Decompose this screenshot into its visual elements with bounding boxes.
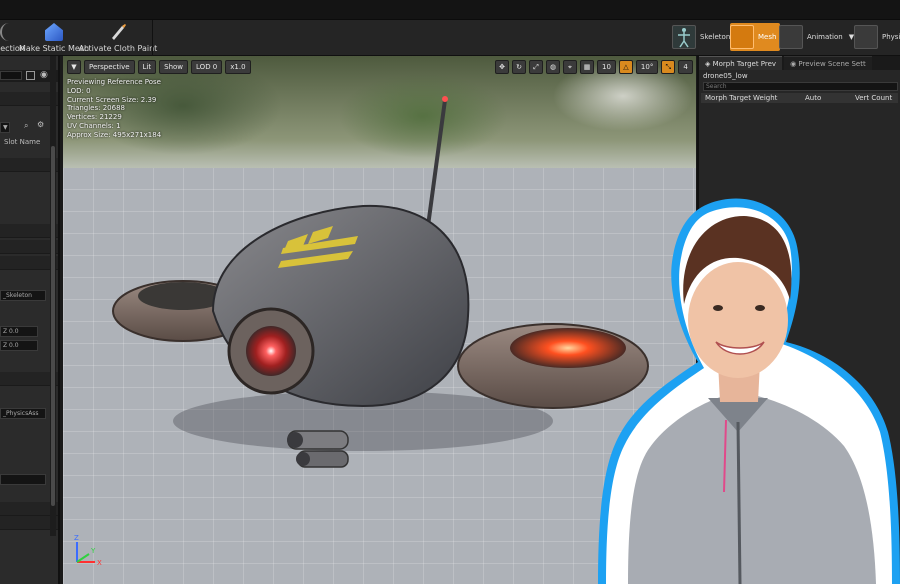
panel-tabs: ◈ Morph Target Prev ◉ Preview Scene Sett bbox=[699, 56, 900, 70]
mesh-name: drone05_low bbox=[703, 72, 748, 80]
mode-animation-button[interactable]: Animation ▼ bbox=[779, 23, 854, 51]
z-field-2[interactable]: Z 0.0 bbox=[0, 340, 38, 351]
chevron-down-icon: ▼ bbox=[71, 63, 77, 71]
column-morph-target-name[interactable]: Morph Target N bbox=[701, 93, 753, 103]
mode-skeleton-button[interactable]: Skeleton bbox=[672, 23, 730, 51]
activate-cloth-paint-button[interactable]: Activate Cloth Paint bbox=[79, 20, 157, 56]
surface-snap-icon[interactable]: ⌖ bbox=[563, 60, 577, 74]
skeleton-dropdown[interactable]: _Skeleton bbox=[0, 290, 46, 301]
scrollbar[interactable] bbox=[50, 56, 56, 536]
skeleton-thumbnail-icon bbox=[672, 25, 696, 49]
static-mesh-icon bbox=[45, 23, 63, 41]
tab-preview-scene-label: Preview Scene Sett bbox=[798, 60, 866, 68]
column-weight[interactable]: Weight bbox=[753, 93, 805, 103]
world-space-icon[interactable]: ◍ bbox=[546, 60, 560, 74]
column-auto[interactable]: Auto bbox=[805, 93, 855, 103]
show-button[interactable]: Show bbox=[159, 60, 189, 74]
stat-lod: LOD: 0 bbox=[67, 86, 91, 95]
details-panel: ◉ ▼ ▼ ⌕ ⚙ Slot Name _Skeleton Z 0.0 Z 0.… bbox=[0, 56, 60, 584]
rotate-icon[interactable]: ↻ bbox=[512, 60, 526, 74]
mode-physics-label: Physic bbox=[882, 33, 900, 41]
stat-approx-size: Approx Size: 495x271x184 bbox=[67, 130, 162, 139]
gear-icon[interactable]: ⚙ bbox=[37, 120, 44, 129]
dropdown-field[interactable] bbox=[0, 474, 46, 485]
stat-uv-channels: UV Channels: 1 bbox=[67, 121, 121, 130]
viewport-toolbar-right: ✥ ↻ ⤢ ◍ ⌖ ▦ 10 △ 10° ⤡ 4 ⛶ bbox=[495, 60, 696, 74]
morph-table-header: Morph Target N Weight Auto Vert Count bbox=[701, 93, 898, 103]
search-icon[interactable]: ⌕ bbox=[24, 121, 28, 131]
physics-asset-dropdown[interactable]: _PhysicsAss bbox=[0, 408, 46, 419]
search-field-stub[interactable] bbox=[0, 71, 22, 80]
eye-icon[interactable]: ◉ bbox=[40, 70, 48, 80]
viewport-stats: Previewing Reference Pose LOD: 0 Current… bbox=[67, 78, 161, 140]
playback-speed-button[interactable]: x1.0 bbox=[225, 60, 251, 74]
translate-icon[interactable]: ✥ bbox=[495, 60, 509, 74]
scrollbar-thumb[interactable] bbox=[51, 146, 55, 506]
mode-mesh-button[interactable]: Mesh bbox=[730, 23, 781, 51]
scale-snap-icon[interactable]: ⤡ bbox=[661, 60, 676, 74]
camera-speed-button[interactable]: 4 bbox=[678, 60, 693, 74]
view-grid-icon[interactable] bbox=[26, 71, 35, 80]
morph-target-icon: ◈ bbox=[705, 60, 713, 68]
activate-cloth-paint-label: Activate Cloth Paint bbox=[78, 44, 158, 53]
rotation-snap-icon[interactable]: △ bbox=[618, 60, 633, 74]
stat-vertices: Vertices: 21229 bbox=[67, 113, 122, 122]
mode-animation-label: Animation bbox=[807, 33, 843, 41]
mesh-thumbnail-icon bbox=[730, 25, 754, 49]
mode-mesh-label: Mesh bbox=[758, 33, 777, 41]
viewport-toolbar-left: ▼ Perspective Lit Show LOD 0 x1.0 bbox=[67, 60, 251, 74]
presenter-cutout bbox=[598, 198, 900, 584]
axis-z-label: Z bbox=[74, 534, 79, 542]
axis-gizmo: Z X Y bbox=[74, 534, 102, 567]
mode-skeleton-label: Skeleton bbox=[700, 33, 731, 41]
lod-button[interactable]: LOD 0 bbox=[191, 60, 223, 74]
grid-snap-icon[interactable]: ▦ bbox=[580, 60, 594, 74]
make-static-mesh-button[interactable]: Make Static Mesh bbox=[19, 20, 89, 56]
slot-name-header: Slot Name bbox=[4, 138, 41, 146]
perspective-button[interactable]: Perspective bbox=[84, 60, 135, 74]
slot-dropdown[interactable]: ▼ bbox=[0, 122, 10, 133]
title-bar bbox=[0, 0, 900, 20]
scale-icon[interactable]: ⤢ bbox=[529, 60, 543, 74]
tab-preview-scene-settings[interactable]: ◉ Preview Scene Sett bbox=[784, 56, 872, 70]
toolbar-divider bbox=[152, 20, 153, 56]
stat-triangles: Triangles: 20688 bbox=[67, 104, 125, 113]
animation-thumbnail-icon bbox=[779, 25, 803, 49]
cloth-brush-icon bbox=[109, 23, 127, 41]
lit-button[interactable]: Lit bbox=[137, 60, 157, 74]
viewport-options-button[interactable]: ▼ bbox=[67, 60, 81, 74]
column-vert-count[interactable]: Vert Count bbox=[855, 93, 898, 103]
grid-snap-value[interactable]: 10 bbox=[597, 60, 616, 74]
preview-mode-text: Previewing Reference Pose bbox=[67, 78, 161, 86]
tab-morph-target-preview[interactable]: ◈ Morph Target Prev bbox=[699, 56, 783, 70]
z-field-1[interactable]: Z 0.0 bbox=[0, 326, 38, 337]
mode-physics-button[interactable]: Physic bbox=[854, 23, 900, 51]
selection-icon bbox=[0, 23, 18, 41]
axis-x-label: X bbox=[97, 559, 102, 567]
search-input[interactable]: Search bbox=[703, 82, 898, 91]
axis-y-label: Y bbox=[90, 547, 96, 555]
rotation-snap-value[interactable]: 10° bbox=[635, 60, 659, 74]
main-toolbar: election Make Static Mesh Activate Cloth… bbox=[0, 20, 900, 56]
physics-thumbnail-icon bbox=[854, 25, 878, 49]
tab-morph-target-label: Morph Target Prev bbox=[712, 60, 777, 68]
